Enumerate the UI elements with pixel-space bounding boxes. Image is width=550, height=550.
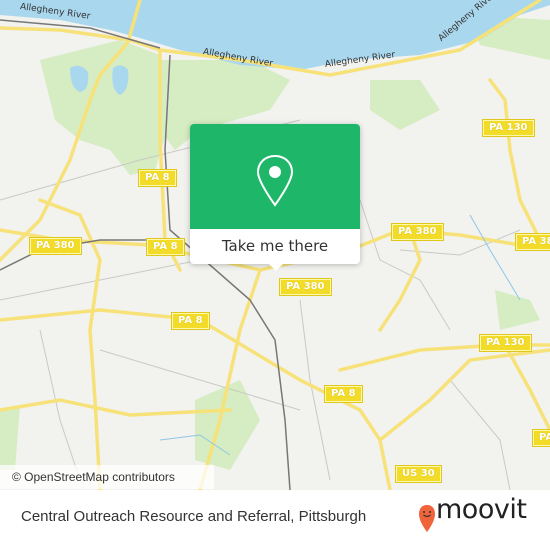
moovit-brand[interactable]: moovit: [436, 494, 527, 525]
place-title: Central Outreach Resource and Referral, …: [21, 508, 367, 525]
route-shield: PA 130: [482, 119, 535, 137]
route-shield: PA 8: [138, 169, 177, 187]
minor-road: [449, 379, 511, 490]
major-road: [503, 343, 550, 432]
route-shield: PA 8: [146, 238, 185, 256]
route-shield: PA 8: [324, 385, 363, 403]
map-pin-icon: [256, 154, 294, 207]
route-shield: PA 380: [391, 223, 444, 241]
stream: [469, 214, 521, 301]
location-popup: Take me there: [190, 124, 360, 271]
footer: Central Outreach Resource and Referral, …: [0, 490, 550, 550]
route-shield: PA: [531, 429, 550, 447]
park-area: [0, 405, 20, 470]
moovit-pin-icon: [419, 505, 435, 532]
major-road: [378, 228, 422, 332]
route-shield: PA 8: [171, 312, 210, 330]
minor-road: [39, 329, 81, 481]
popup-header: [190, 124, 360, 229]
map-canvas[interactable]: Allegheny River Allegheny River Alleghen…: [0, 0, 550, 490]
minor-road: [359, 199, 451, 331]
major-road: [488, 78, 542, 242]
route-shield: PA 380: [279, 278, 332, 296]
park-area: [40, 40, 170, 175]
route-shield: US 30: [395, 465, 442, 483]
route-shield: PA 380: [515, 233, 550, 251]
park-area: [370, 80, 440, 130]
take-me-there-button[interactable]: Take me there: [190, 229, 360, 264]
map-attribution[interactable]: © OpenStreetMap contributors: [0, 465, 214, 489]
route-shield: PA 130: [479, 334, 532, 352]
route-shield: PA 380: [29, 237, 82, 255]
major-road: [378, 348, 550, 442]
popup-pointer: [268, 263, 284, 271]
